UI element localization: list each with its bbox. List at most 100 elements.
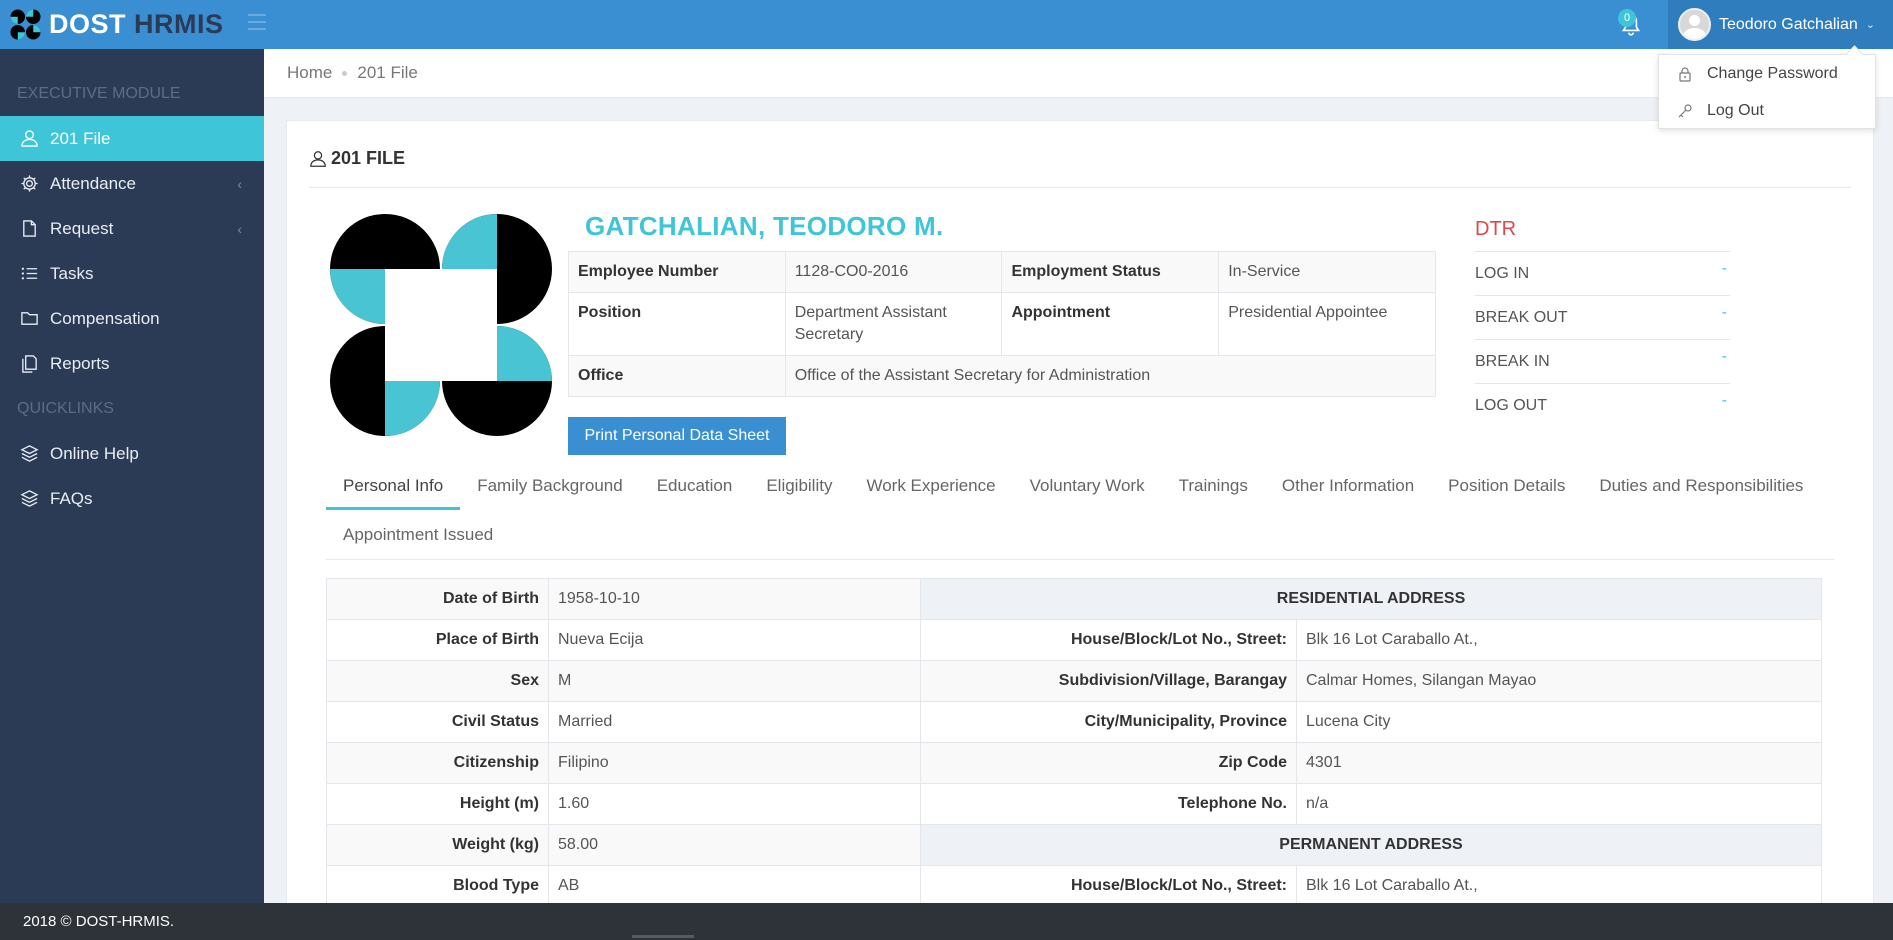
row-value: M	[548, 660, 921, 702]
log-out-menu-item[interactable]: Log Out	[1659, 92, 1875, 129]
dtr-label: LOG OUT	[1475, 397, 1548, 414]
tab-work-experience[interactable]: Work Experience	[849, 461, 1012, 510]
sidebar-item-attendance[interactable]: Attendance ‹	[0, 161, 264, 206]
row-value: Filipino	[548, 742, 921, 784]
tab-family-background[interactable]: Family Background	[460, 461, 640, 510]
brand-name-dost: DOST	[49, 9, 127, 39]
residential-address-header: RESIDENTIAL ADDRESS	[920, 578, 1822, 620]
sidebar: EXECUTIVE MODULE 201 File Attendance ‹ R…	[0, 49, 264, 903]
tab-position-details[interactable]: Position Details	[1431, 461, 1582, 510]
sidebar-item-tasks[interactable]: Tasks	[0, 251, 264, 296]
tab-duties-and-responsibilities[interactable]: Duties and Responsibilities	[1582, 461, 1820, 510]
horizontal-scrollbar[interactable]	[632, 935, 694, 938]
row-label: Blood Type	[326, 865, 549, 903]
row-label: Date of Birth	[326, 578, 549, 620]
sidebar-item-online-help[interactable]: Online Help	[0, 431, 264, 476]
breadcrumb-current: 201 File	[357, 63, 418, 82]
appointment-value: Presidential Appointee	[1218, 292, 1436, 356]
tab-trainings[interactable]: Trainings	[1162, 461, 1265, 510]
dtr-title: DTR	[1475, 216, 1730, 252]
table-row: Weight (kg) 58.00 PERMANENT ADDRESS	[326, 824, 1822, 866]
tab-eligibility[interactable]: Eligibility	[749, 461, 849, 510]
tab-other-information[interactable]: Other Information	[1265, 461, 1431, 510]
row-value: 4301	[1296, 742, 1822, 784]
row-value: n/a	[1296, 783, 1822, 825]
menu-toggle-icon[interactable]	[248, 14, 266, 30]
dtr-label: BREAK IN	[1475, 352, 1550, 370]
office-value: Office of the Assistant Secretary for Ad…	[784, 355, 1437, 397]
page-title-text: 201 FILE	[331, 148, 406, 168]
sidebar-section-quicklinks: QUICKLINKS	[17, 399, 114, 417]
row-value: Blk 16 Lot Caraballo At.,	[1296, 619, 1822, 661]
tab-appointment-issued[interactable]: Appointment Issued	[326, 510, 510, 559]
table-row: Place of Birth Nueva Ecija House/Block/L…	[326, 619, 1822, 661]
user-name: Teodoro Gatchalian	[1719, 15, 1858, 33]
sidebar-item-compensation[interactable]: Compensation	[0, 296, 264, 341]
row-label: House/Block/Lot No., Street:	[920, 619, 1297, 661]
dost-logo-image	[330, 214, 552, 436]
permanent-address-header: PERMANENT ADDRESS	[920, 824, 1822, 866]
sidebar-item-faqs[interactable]: FAQs	[0, 476, 264, 521]
brand[interactable]: DOST HRMIS	[0, 0, 264, 49]
row-value: AB	[548, 865, 921, 903]
sidebar-item-label: Tasks	[50, 263, 94, 283]
gear-icon	[21, 175, 38, 192]
main-content: Home 201 File 201 FILE GATCHALIAN, TEODO…	[264, 49, 1893, 903]
tab-education[interactable]: Education	[640, 461, 750, 510]
chevron-left-icon: ‹	[237, 175, 242, 192]
breadcrumb: Home 201 File	[264, 49, 1893, 98]
list-icon	[21, 267, 38, 280]
table-row: Civil Status Married City/Municipality, …	[326, 701, 1822, 743]
log-out-label: Log Out	[1707, 101, 1764, 119]
tab-voluntary-work[interactable]: Voluntary Work	[1013, 461, 1162, 510]
sidebar-section-executive: EXECUTIVE MODULE	[17, 84, 181, 102]
sidebar-item-201-file[interactable]: 201 File	[0, 116, 264, 161]
row-value: 58.00	[548, 824, 921, 866]
layers-icon	[20, 490, 39, 507]
employee-summary-table: Employee Number 1128-CO0-2016 Employment…	[568, 251, 1437, 397]
dtr-label: BREAK OUT	[1475, 308, 1568, 326]
breadcrumb-home[interactable]: Home	[287, 63, 332, 83]
profile-tabs: Personal Info Family Background Educatio…	[326, 461, 1834, 560]
employee-name: GATCHALIAN, TEODORO M.	[585, 211, 944, 241]
employment-status-value: In-Service	[1218, 251, 1436, 293]
print-pds-button[interactable]: Print Personal Data Sheet	[568, 417, 786, 455]
dtr-value: -	[1721, 347, 1727, 365]
tab-personal-info[interactable]: Personal Info	[326, 461, 461, 510]
row-label: Telephone No.	[920, 783, 1297, 825]
appointment-label: Appointment	[1001, 292, 1220, 356]
sidebar-item-request[interactable]: Request ‹	[0, 206, 264, 251]
sidebar-item-label: FAQs	[50, 488, 93, 508]
dtr-value: -	[1721, 303, 1727, 321]
dtr-row: BREAK IN -	[1475, 340, 1730, 384]
row-label: Sex	[326, 660, 549, 702]
chevron-down-icon: ⌄	[1865, 19, 1875, 31]
row-value: 1.60	[548, 783, 921, 825]
position-value: Department Assistant Secretary	[784, 292, 1003, 356]
row-value: Blk 16 Lot Caraballo At.,	[1296, 865, 1822, 903]
employment-status-label: Employment Status	[1001, 251, 1220, 293]
change-password-menu-item[interactable]: Change Password	[1659, 55, 1875, 92]
avatar	[1678, 8, 1711, 41]
top-navbar: DOST HRMIS 0 Teodoro Gatchalian ⌄	[0, 0, 1893, 49]
notification-count-badge: 0	[1618, 9, 1636, 27]
row-value: Married	[548, 701, 921, 743]
dtr-value: -	[1721, 392, 1727, 409]
user-icon	[21, 130, 38, 147]
row-label: House/Block/Lot No., Street:	[920, 865, 1297, 903]
user-menu[interactable]: Teodoro Gatchalian ⌄	[1668, 0, 1893, 49]
breadcrumb-separator	[342, 70, 348, 76]
office-label: Office	[568, 355, 786, 397]
table-row: Height (m) 1.60 Telephone No. n/a	[326, 783, 1822, 825]
sidebar-item-label: Request	[50, 218, 114, 238]
table-row: Sex M Subdivision/Village, Barangay Calm…	[326, 660, 1822, 702]
sidebar-item-label: Online Help	[50, 443, 139, 463]
divider	[309, 187, 1851, 188]
change-password-label: Change Password	[1707, 64, 1838, 82]
row-label: City/Municipality, Province	[920, 701, 1297, 743]
sidebar-item-reports[interactable]: Reports	[0, 341, 264, 386]
user-dropdown-menu: Change Password Log Out	[1658, 54, 1876, 129]
row-label: Citizenship	[326, 742, 549, 784]
row-value: Lucena City	[1296, 701, 1822, 743]
key-icon	[1678, 103, 1692, 117]
